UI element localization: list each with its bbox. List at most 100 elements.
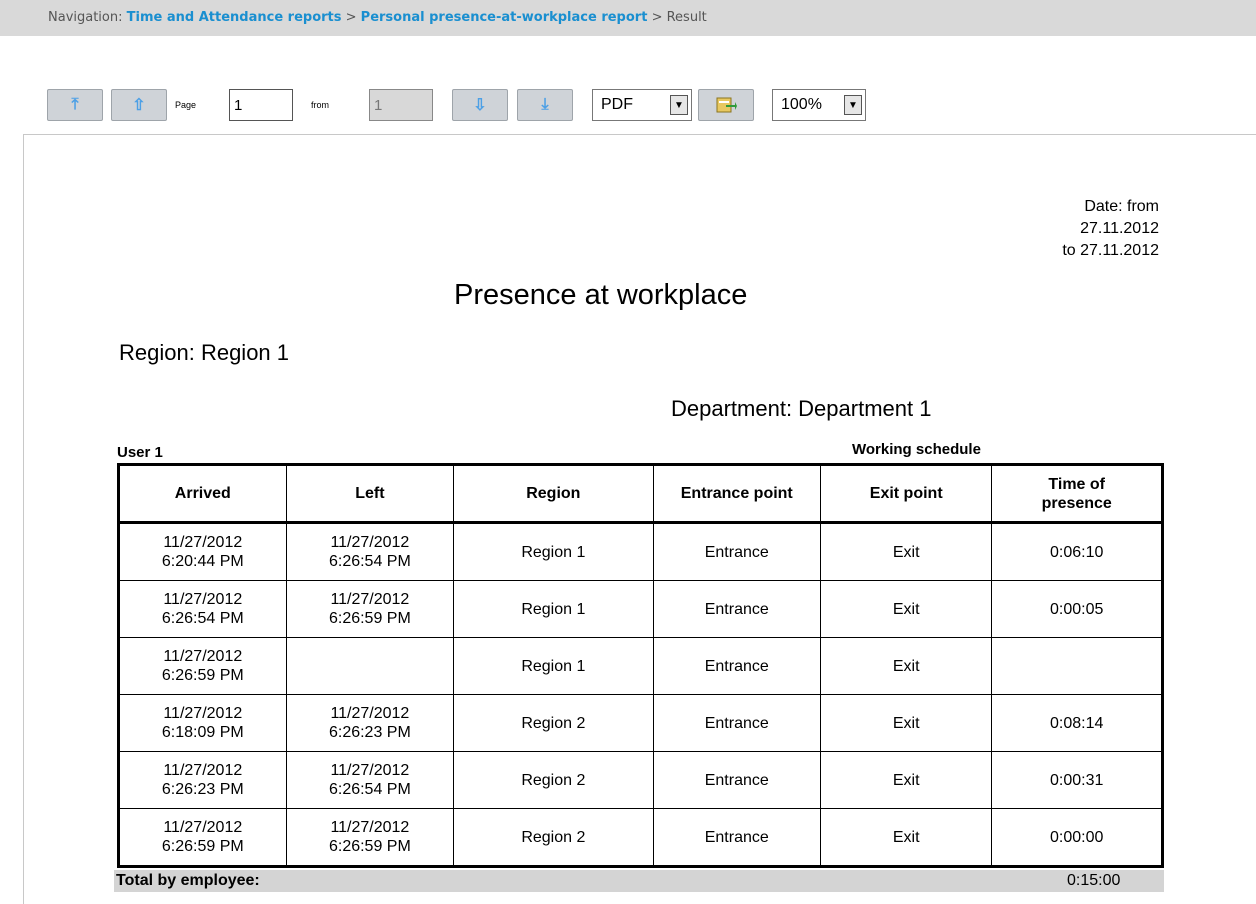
cell-arrived-line: 6:26:54 PM [161, 610, 244, 627]
cell-arrived-line: 11/27/2012 [163, 762, 243, 779]
next-page-button[interactable]: ⇩ [452, 89, 508, 121]
working-schedule-label: Working schedule [852, 441, 981, 458]
table-row: 11/27/2012 6:20:44 PM 11/27/2012 6:26:54 PM… [118, 522, 1163, 581]
first-page-button[interactable]: ⤒ [47, 89, 103, 121]
cell-entrance-point: Entrance [653, 580, 822, 638]
cell-entrance-point: Entrance [653, 522, 822, 581]
department-heading: Department: Department 1 [671, 396, 932, 421]
cell-time-of-presence-line: 0:00:00 [1050, 828, 1104, 846]
chevron-down-icon[interactable]: ▼ [844, 95, 862, 115]
table-row: 11/27/2012 6:26:59 PM 11/27/2012 6:26:59 PM… [118, 808, 1163, 867]
table-row: 11/27/2012 6:26:23 PM 11/27/2012 6:26:54 PM… [118, 751, 1163, 809]
date-range-line: to 27.11.2012 [1062, 242, 1159, 259]
cell-region-line: Region 1 [521, 657, 586, 675]
previous-page-button[interactable]: ⇧ [111, 89, 167, 121]
cell-arrived: 11/27/2012 6:26:59 PM [118, 637, 287, 695]
column-header-left: Left [285, 464, 455, 524]
export-format-select[interactable]: PDF ▼ [592, 89, 692, 121]
cell-left-line: 6:26:54 PM [328, 553, 411, 570]
cell-entrance-point: Entrance [653, 694, 822, 752]
cell-arrived-line: 11/27/2012 [163, 591, 243, 608]
first-page-icon: ⤒ [71, 96, 79, 113]
date-range-line: 27.11.2012 [1080, 220, 1159, 237]
date-range: Date: from 27.11.2012 to 27.11.2012 [959, 196, 1159, 262]
report-viewer: Date: from 27.11.2012 to 27.11.2012 Pres… [23, 134, 1256, 904]
zoom-value: 100% [781, 96, 822, 113]
cell-exit-point-line: Exit [892, 714, 920, 732]
cell-entrance-point-line: Entrance [704, 828, 769, 846]
cell-time-of-presence-line: 0:08:14 [1050, 714, 1104, 732]
cell-left-line: 11/27/2012 [330, 762, 410, 779]
cell-arrived: 11/27/2012 6:18:09 PM [118, 694, 287, 752]
cell-region: Region 1 [453, 580, 654, 638]
cell-region-line: Region 1 [521, 543, 586, 561]
breadcrumb-current: Result [666, 10, 707, 25]
last-page-button[interactable]: ⤓ [517, 89, 573, 121]
cell-arrived-line: 6:26:59 PM [161, 667, 244, 684]
cell-entrance-point-line: Entrance [704, 714, 769, 732]
cell-region: Region 2 [453, 694, 654, 752]
cell-exit-point-line: Exit [892, 543, 920, 561]
cell-time-of-presence: 0:00:31 [991, 751, 1163, 809]
cell-arrived: 11/27/2012 6:26:59 PM [118, 808, 287, 867]
column-header-line: presence [1041, 494, 1112, 512]
column-header-time-of-presence: Time of presence [991, 464, 1163, 524]
table-row: 11/27/2012 6:18:09 PM 11/27/2012 6:26:23 PM… [118, 694, 1163, 752]
cell-left: 11/27/2012 6:26:59 PM [286, 808, 455, 867]
table-header-row: Arrived Left Region Entrance point Exit … [118, 464, 1163, 524]
cell-time-of-presence-line: 0:00:05 [1050, 600, 1104, 618]
cell-arrived-line: 11/27/2012 [163, 819, 243, 836]
cell-arrived: 11/27/2012 6:26:23 PM [118, 751, 287, 809]
report-toolbar: ⤒ ⇧ Page from ⇩ ⤓ PDF ▼ 100% ▼ [47, 89, 887, 121]
cell-entrance-point: Entrance [653, 637, 822, 695]
cell-exit-point: Exit [820, 522, 993, 581]
breadcrumb-link-time-attendance[interactable]: Time and Attendance reports [127, 10, 342, 25]
cell-region-line: Region 2 [521, 714, 586, 732]
cell-exit-point: Exit [820, 580, 993, 638]
date-range-line: Date: from [1084, 198, 1159, 215]
cell-time-of-presence: 0:06:10 [991, 522, 1163, 581]
cell-region: Region 2 [453, 751, 654, 809]
chevron-down-icon[interactable]: ▼ [670, 95, 688, 115]
export-format-value: PDF [601, 96, 633, 113]
cell-left-line: 6:26:59 PM [328, 838, 411, 855]
column-header-line: Time of [1048, 475, 1105, 493]
zoom-select[interactable]: 100% ▼ [772, 89, 866, 121]
cell-entrance-point-line: Entrance [704, 771, 769, 789]
cell-arrived-line: 11/27/2012 [163, 534, 243, 551]
cell-exit-point-line: Exit [892, 600, 920, 618]
cell-left [286, 637, 455, 695]
table-row: 11/27/2012 6:26:54 PM 11/27/2012 6:26:59 PM… [118, 580, 1163, 638]
export-icon [716, 97, 737, 113]
cell-left: 11/27/2012 6:26:23 PM [286, 694, 455, 752]
cell-left-line: 6:26:54 PM [328, 781, 411, 798]
cell-entrance-point: Entrance [653, 751, 822, 809]
cell-exit-point: Exit [820, 808, 993, 867]
page-number-input[interactable] [229, 89, 293, 121]
total-pages-field [369, 89, 433, 121]
page-label: Page [175, 100, 197, 110]
cell-arrived-line: 11/27/2012 [163, 648, 243, 665]
cell-left: 11/27/2012 6:26:54 PM [286, 522, 455, 581]
cell-exit-point-line: Exit [892, 828, 920, 846]
cell-arrived-line: 6:26:23 PM [161, 781, 244, 798]
cell-arrived-line: 6:26:59 PM [161, 838, 244, 855]
report-title: Presence at workplace [454, 279, 748, 311]
breadcrumb-separator: > [345, 10, 357, 25]
cell-entrance-point-line: Entrance [704, 600, 769, 618]
cell-left-line: 11/27/2012 [330, 819, 410, 836]
breadcrumb-link-presence-report[interactable]: Personal presence-at-workplace report [361, 10, 648, 25]
presence-table: Arrived Left Region Entrance point Exit … [117, 463, 1164, 868]
breadcrumb-prefix: Navigation: [48, 10, 123, 25]
cell-left-line: 6:26:59 PM [328, 610, 411, 627]
previous-page-icon: ⇧ [132, 97, 146, 114]
cell-arrived-line: 6:18:09 PM [161, 724, 244, 741]
cell-left: 11/27/2012 6:26:54 PM [286, 751, 455, 809]
column-header-exit-point: Exit point [820, 464, 993, 524]
cell-arrived-line: 6:20:44 PM [161, 553, 244, 570]
cell-entrance-point: Entrance [653, 808, 822, 867]
last-page-icon: ⤓ [541, 96, 549, 113]
total-value: 0:15:00 [1067, 872, 1121, 889]
cell-time-of-presence-line: 0:06:10 [1050, 543, 1104, 561]
export-button[interactable] [698, 89, 754, 121]
